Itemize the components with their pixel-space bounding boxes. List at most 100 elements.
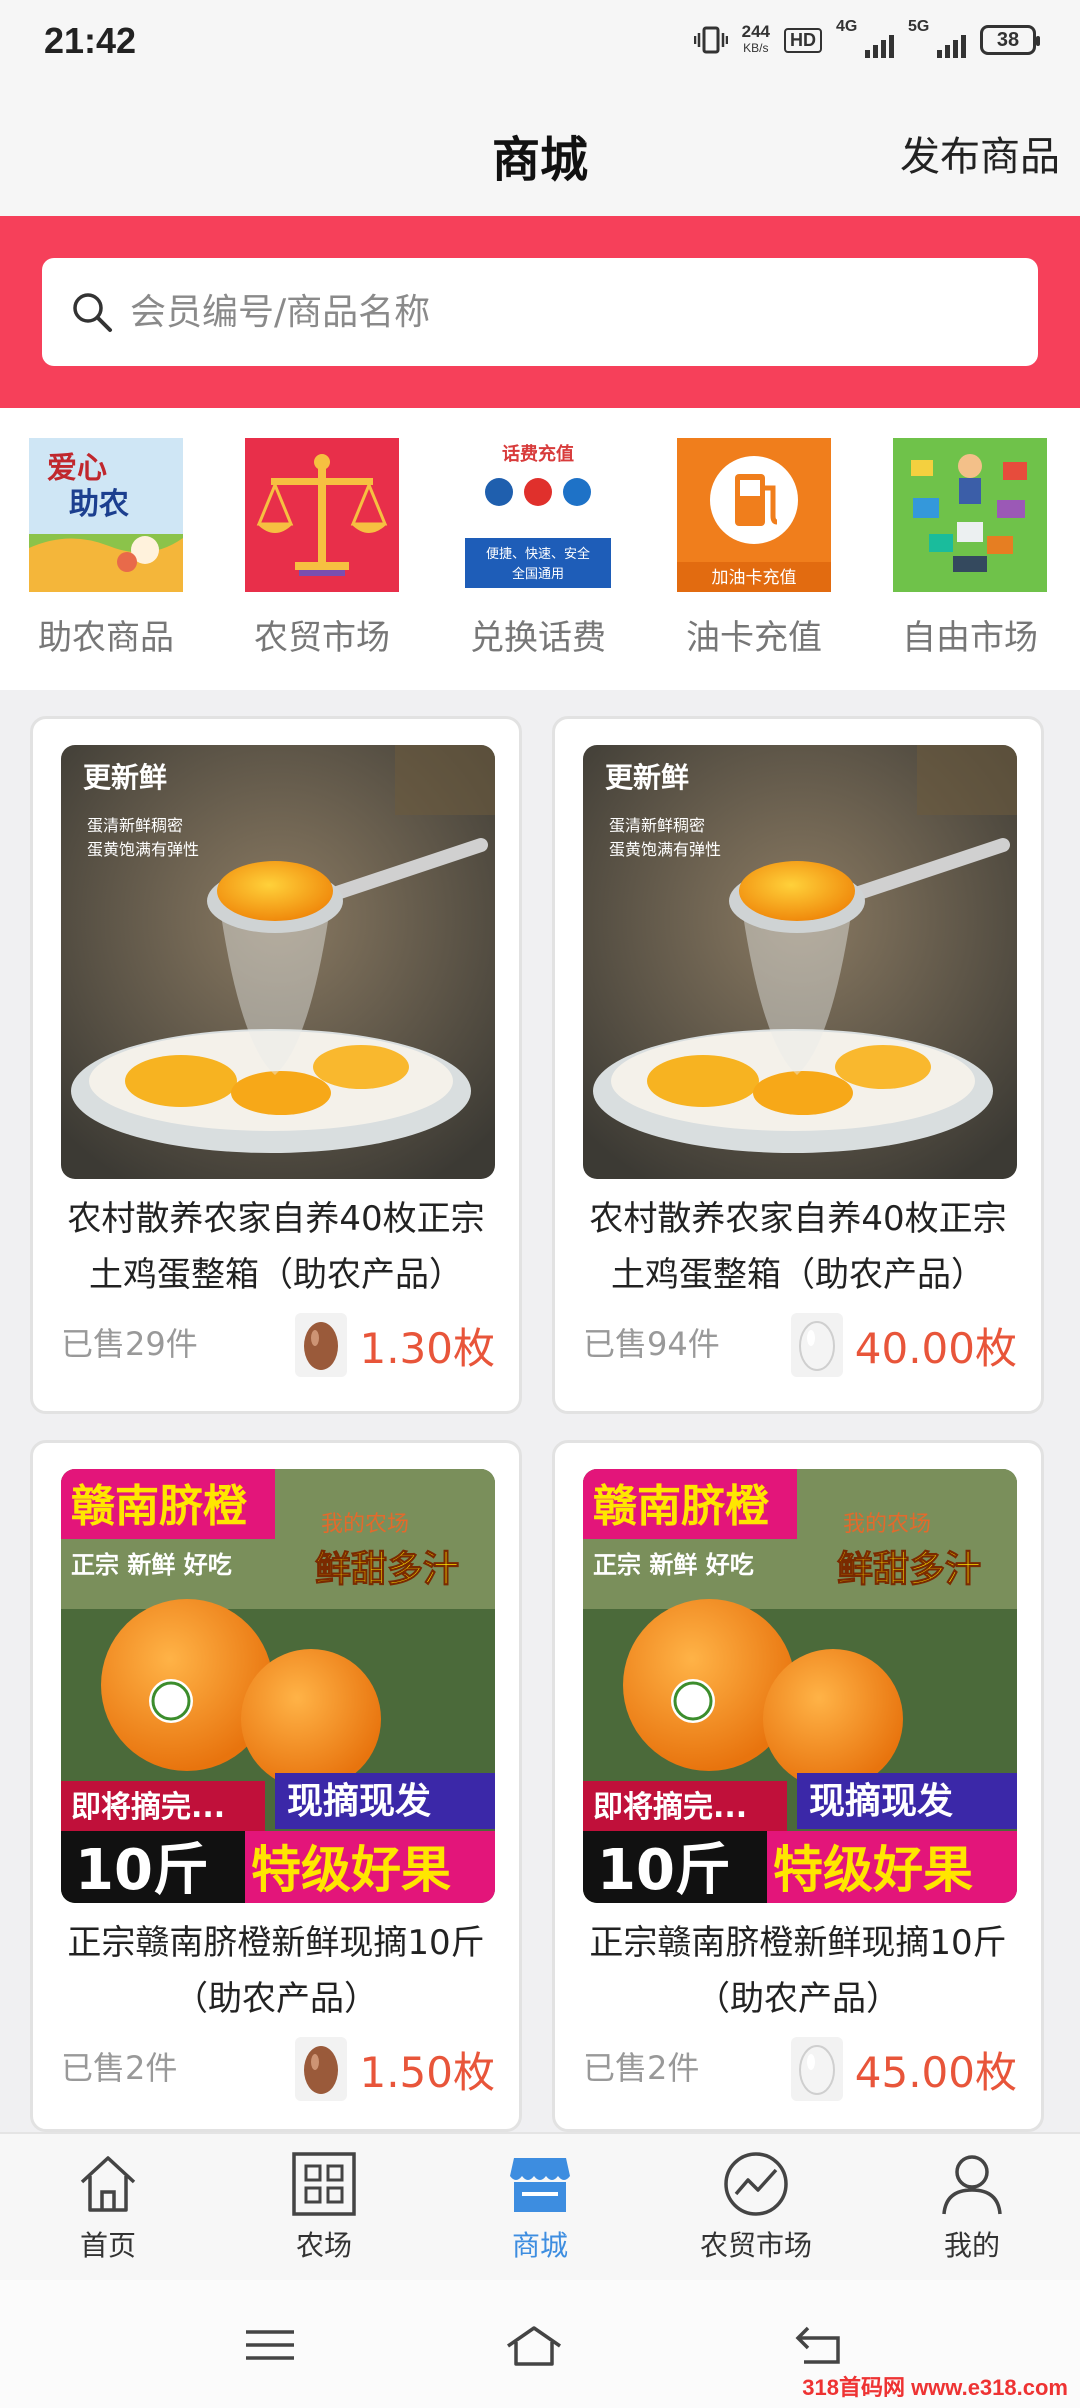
- nav-home[interactable]: 首页: [18, 2148, 198, 2264]
- nav-label: 我的: [943, 2229, 1000, 2262]
- search-box[interactable]: [42, 258, 1038, 366]
- user-icon: [942, 2155, 1002, 2215]
- menu-icon[interactable]: [240, 2320, 300, 2370]
- category-fuel-card[interactable]: 加油卡充值 油卡充值: [664, 438, 844, 659]
- product-image: 更新鲜 蛋清新鲜稠密 蛋黄饱满有弹性: [61, 745, 495, 1179]
- orange-product-image: 赣南脐橙 正宗 新鲜 好吃 我的农场 鲜甜多汁 即将摘完... 现摘现发 10斤…: [583, 1469, 1017, 1903]
- image-fresh: 现摘现发: [287, 1780, 431, 1822]
- image-text: 蛋清新鲜稠密: [87, 816, 183, 835]
- price: 1.50枚: [359, 2047, 495, 2097]
- price-group: 1.30枚: [295, 1313, 495, 1377]
- signal-5g-icon: 5G: [908, 18, 966, 58]
- image-weight: 10斤: [75, 1838, 209, 1903]
- speed-unit: KB/s: [743, 41, 769, 55]
- price: 1.30枚: [359, 1323, 495, 1373]
- product-title: 正宗赣南脐橙新鲜现摘10斤（助农产品）: [67, 1923, 485, 2019]
- sold-count: 已售94件: [583, 1325, 720, 1363]
- golden-egg-icon: [295, 1313, 348, 1377]
- image-text: 蛋黄饱满有弹性: [87, 840, 199, 859]
- nav-label: 商城: [511, 2229, 568, 2262]
- signal-4g-icon: 4G: [836, 18, 894, 58]
- image-farm: 我的农场: [321, 1512, 409, 1537]
- image-farm: 我的农场: [843, 1512, 931, 1537]
- net1-label: 4G: [836, 18, 858, 35]
- image-tag: 鲜甜多汁: [837, 1549, 981, 1590]
- grid-icon: [292, 2152, 356, 2216]
- product-card[interactable]: 赣南脐橙 正宗 新鲜 好吃 我的农场 鲜甜多汁 即将摘完... 现摘现发 10斤…: [552, 1440, 1044, 2132]
- search-input[interactable]: [130, 291, 990, 333]
- search-icon: [73, 293, 112, 332]
- price: 40.00枚: [854, 1323, 1017, 1373]
- svg-text:助农: 助农: [69, 487, 129, 522]
- search-band: [0, 216, 1080, 408]
- image-pick: 即将摘完...: [593, 1790, 747, 1825]
- golden-egg-icon: [295, 2037, 348, 2101]
- sold-count: 已售2件: [61, 2049, 178, 2087]
- svg-text:话费充值: 话费充值: [502, 443, 574, 465]
- status-time: 21:42: [44, 20, 137, 61]
- sold-count: 已售2件: [583, 2049, 700, 2087]
- category-label: 农贸市场: [254, 618, 390, 658]
- svg-text:爱心: 爱心: [47, 451, 107, 486]
- category-phone-recharge[interactable]: 话费充值 便捷、快速、安全 全国通用 兑换话费: [448, 438, 628, 659]
- trend-icon: [724, 2152, 788, 2216]
- phone-recharge-icon: 话费充值 便捷、快速、安全 全国通用: [461, 438, 615, 592]
- vibrate-icon: [693, 26, 728, 54]
- image-sub: 正宗 新鲜 好吃: [71, 1551, 232, 1579]
- status-bar: 21:42 244 KB/s HD 4G 5G 38: [0, 0, 1080, 90]
- image-badge: 更新鲜: [83, 761, 167, 794]
- scale-icon: [245, 438, 399, 592]
- product-title: 正宗赣南脐橙新鲜现摘10斤（助农产品）: [589, 1923, 1007, 2019]
- app-header: 商城 发布商品: [0, 90, 1080, 216]
- system-nav: 318首码网 www.e318.com: [0, 2280, 1080, 2408]
- white-egg-icon: [790, 2037, 843, 2101]
- product-image: 赣南脐橙 正宗 新鲜 好吃 我的农场 鲜甜多汁 即将摘完... 现摘现发 10斤…: [61, 1469, 495, 1903]
- svg-text:全国通用: 全国通用: [512, 566, 564, 582]
- battery-level: 38: [996, 28, 1020, 51]
- nav-farm[interactable]: 农场: [234, 2148, 414, 2264]
- hd-badge: HD: [784, 27, 822, 53]
- nav-label: 首页: [79, 2229, 136, 2262]
- image-grade: 特级好果: [251, 1841, 451, 1899]
- price-group: 40.00枚: [790, 1313, 1017, 1377]
- product-title: 农村散养农家自养40枚正宗土鸡蛋整箱（助农产品）: [67, 1199, 485, 1295]
- nav-market[interactable]: 农贸市场: [666, 2148, 846, 2264]
- image-badge: 更新鲜: [605, 761, 689, 794]
- back-icon[interactable]: [790, 2320, 850, 2370]
- status-icons: 244 KB/s HD 4G 5G 38: [693, 18, 1040, 58]
- category-label: 油卡充值: [686, 618, 822, 658]
- product-card[interactable]: 更新鲜 蛋清新鲜稠密 蛋黄饱满有弹性 农村散养农家自养40枚正宗土鸡蛋整箱（助农…: [30, 716, 522, 1414]
- fuel-card-icon: 加油卡充值: [677, 438, 831, 592]
- image-title: 赣南脐橙: [593, 1481, 770, 1532]
- home-button-icon[interactable]: [504, 2320, 564, 2370]
- white-egg-icon: [790, 1313, 843, 1377]
- free-market-icon: [893, 438, 1047, 592]
- speed-value: 244: [741, 22, 770, 41]
- battery-icon: 38: [980, 25, 1040, 55]
- product-title: 农村散养农家自养40枚正宗土鸡蛋整箱（助农产品）: [589, 1199, 1007, 1295]
- net2-label: 5G: [908, 18, 930, 35]
- image-pick: 即将摘完...: [71, 1790, 225, 1825]
- image-text: 蛋清新鲜稠密: [609, 816, 705, 835]
- egg-product-image: 更新鲜 蛋清新鲜稠密 蛋黄饱满有弹性: [583, 745, 1017, 1179]
- price-group: 45.00枚: [790, 2037, 1017, 2101]
- category-market[interactable]: 农贸市场: [232, 438, 412, 659]
- product-card[interactable]: 更新鲜 蛋清新鲜稠密 蛋黄饱满有弹性 农村散养农家自养40枚正宗土鸡蛋整箱（助农…: [552, 716, 1044, 1414]
- product-image: 赣南脐橙 正宗 新鲜 好吃 我的农场 鲜甜多汁 即将摘完... 现摘现发 10斤…: [583, 1469, 1017, 1903]
- category-free-market[interactable]: 自由市场: [880, 438, 1060, 659]
- image-sub: 正宗 新鲜 好吃: [593, 1551, 754, 1579]
- orange-product-image: 赣南脐橙 正宗 新鲜 好吃 我的农场 鲜甜多汁 即将摘完... 现摘现发 10斤…: [61, 1469, 495, 1903]
- publish-product-button[interactable]: 发布商品: [900, 124, 1060, 182]
- category-label: 自由市场: [902, 618, 1038, 658]
- nav-label: 农贸市场: [699, 2229, 812, 2262]
- category-farm-help[interactable]: 爱心 助农 助农商品: [16, 438, 196, 659]
- category-label: 助农商品: [38, 618, 174, 658]
- price: 45.00枚: [854, 2047, 1017, 2097]
- nav-me[interactable]: 我的: [882, 2148, 1062, 2264]
- bottom-nav: 首页 农场 商城 农贸市场 我的: [0, 2132, 1080, 2280]
- product-card[interactable]: 赣南脐橙 正宗 新鲜 好吃 我的农场 鲜甜多汁 即将摘完... 现摘现发 10斤…: [30, 1440, 522, 2132]
- image-fresh: 现摘现发: [809, 1780, 953, 1822]
- nav-shop[interactable]: 商城: [450, 2148, 630, 2264]
- home-icon: [80, 2156, 136, 2212]
- category-row: 爱心 助农 助农商品 农贸市场 话费充值 便捷、快速、安全 全国通用 兑换话费 …: [0, 408, 1080, 690]
